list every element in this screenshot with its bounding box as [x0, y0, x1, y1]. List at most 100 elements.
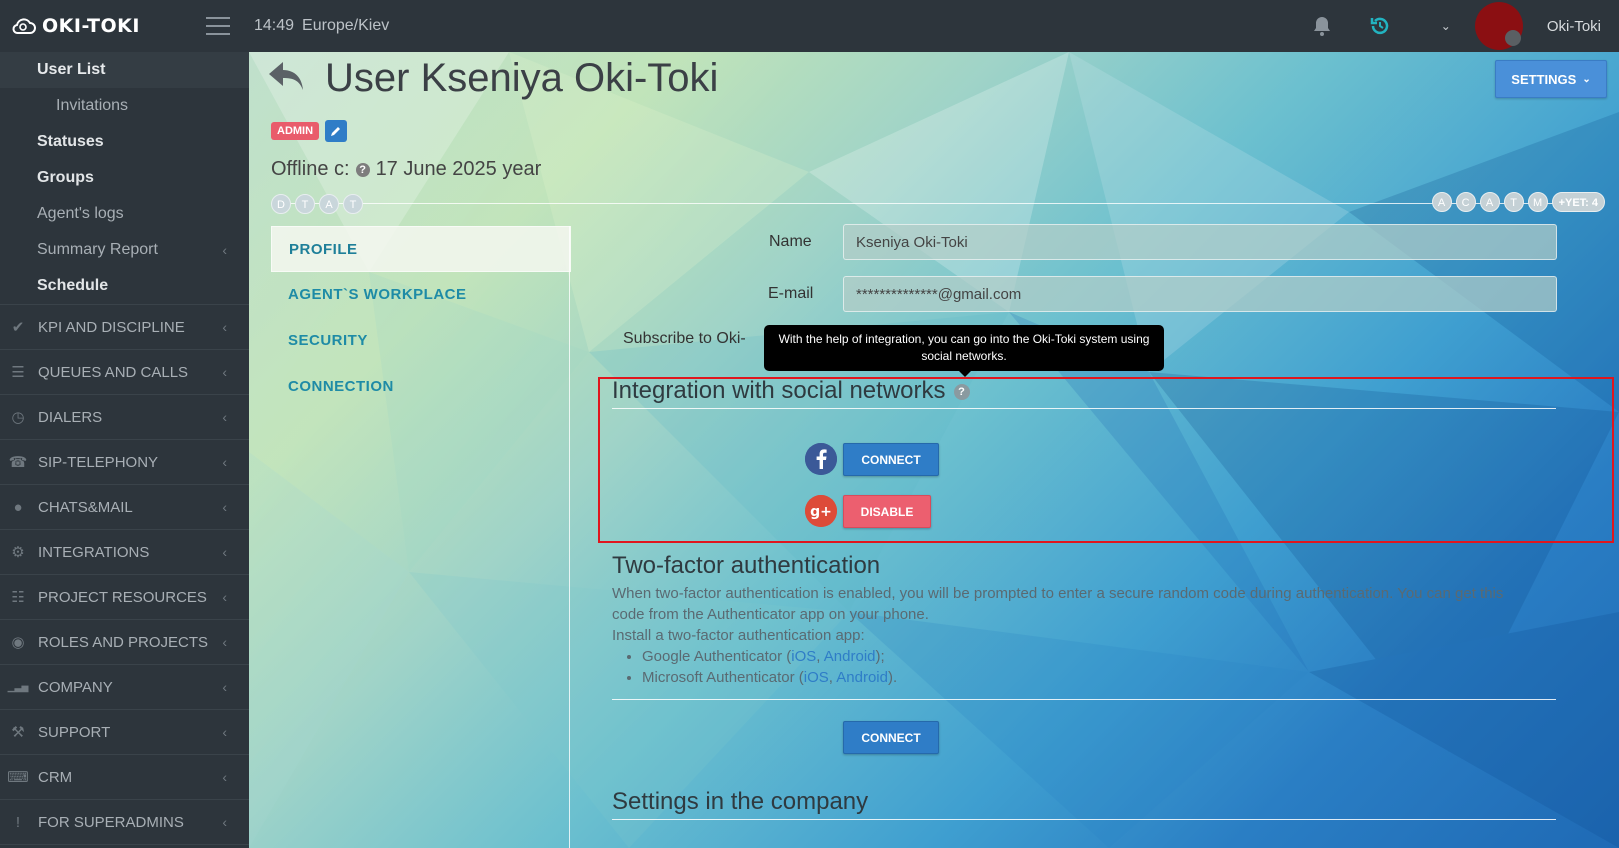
google-ios-link[interactable]: iOS — [791, 648, 816, 665]
google-android-link[interactable]: Android — [824, 648, 876, 665]
sidebar-menu-item[interactable]: ☎ SIP-TELEPHONY ‹ — [0, 440, 249, 485]
cloud-icon — [12, 18, 36, 34]
microsoft-authenticator-label: Microsoft Authenticator ( — [642, 669, 804, 686]
bell-icon[interactable] — [1311, 15, 1333, 37]
tab-profile[interactable]: PROFILE — [271, 226, 571, 272]
sidebar-sub-item-label: Invitations — [56, 97, 129, 114]
microsoft-android-link[interactable]: Android — [836, 669, 888, 686]
sidebar-menu-item[interactable]: ☷ PROJECT RESOURCES ‹ — [0, 575, 249, 620]
list-item: Microsoft Authenticator (iOS, Android). — [642, 667, 897, 688]
group-circle[interactable]: T — [295, 194, 315, 214]
twofa-description-1: When two-factor authentication is enable… — [612, 585, 1504, 602]
chevron-left-icon: ‹ — [222, 634, 227, 650]
sidebar-menu-label: SIP-TELEPHONY — [38, 453, 159, 471]
chevron-left-icon: ‹ — [222, 499, 227, 515]
tab-connection[interactable]: CONNECTION — [271, 364, 571, 410]
edit-role-button[interactable] — [325, 120, 348, 142]
sidebar: User List Invitations Statuses Groups Agent'… — [0, 52, 249, 848]
group-circle[interactable]: A — [319, 194, 339, 214]
sidebar-menu-item[interactable]: ✔ KPI AND DISCIPLINE ‹ — [0, 305, 249, 350]
project-circle[interactable]: A — [1479, 192, 1500, 212]
sidebar-menu-label: DIALERS — [38, 408, 103, 426]
settings-button[interactable]: SETTINGS ⌄ — [1495, 60, 1607, 98]
page-title: User Kseniya Oki-Toki — [325, 56, 719, 100]
sidebar-menu-item[interactable]: ! FOR SUPERADMINS ‹ — [0, 800, 249, 845]
chat-icon: ● — [13, 498, 23, 516]
logo[interactable]: OKI-TOKI — [0, 15, 186, 37]
google-plus-logo: g+ — [805, 495, 837, 527]
top-bar: OKI-TOKI 14:49 Europe/Kiev ⌄ Oki-Toki — [0, 0, 1619, 52]
sidebar-sub-item[interactable]: Statuses — [0, 124, 249, 160]
right-group-circles: A C A T M +YET: 4 — [1431, 192, 1605, 212]
role-badge: ADMIN — [271, 122, 320, 140]
chevron-left-icon: ‹ — [222, 544, 227, 560]
list-end: ). — [887, 669, 898, 686]
sidebar-sub-item[interactable]: User List — [0, 52, 249, 88]
sidebar-menu-label: INTEGRATIONS — [38, 543, 150, 561]
list-item: Google Authenticator (iOS, Android); — [642, 646, 897, 667]
chevron-left-icon: ‹ — [222, 589, 227, 605]
tab-security[interactable]: SECURITY — [271, 318, 571, 364]
chevron-left-icon: ‹ — [222, 319, 227, 335]
sidebar-sub-item[interactable]: Groups — [0, 160, 249, 196]
sidebar-menu-item[interactable]: ⚒ SUPPORT ‹ — [0, 710, 249, 755]
clock-icon: ◷ — [11, 409, 25, 426]
tab-agents-workplace[interactable]: AGENT`S WORKPLACE — [271, 272, 571, 318]
group-circle[interactable]: T — [343, 194, 363, 214]
main-content: User Kseniya Oki-Toki ADMIN Offline c: ?… — [249, 52, 1619, 848]
list-end: ); — [875, 648, 885, 665]
email-field[interactable]: **************@gmail.com — [843, 276, 1557, 312]
sidebar-menu-label: CRM — [38, 768, 73, 786]
facebook-icon — [805, 443, 837, 475]
back-arrow-icon[interactable] — [267, 60, 307, 92]
sidebar-sub-item[interactable]: Agent's logs — [0, 196, 249, 232]
project-circle[interactable]: M — [1527, 192, 1548, 212]
sidebar-menu-item[interactable]: ▁▃▅ COMPANY ‹ — [0, 665, 249, 710]
time: 14:49 — [254, 17, 295, 34]
group-circle[interactable]: D — [271, 194, 291, 214]
grid-icon: ☷ — [11, 589, 25, 606]
facebook-connect-button[interactable]: CONNECT — [843, 443, 939, 476]
sidebar-menu-label: QUEUES AND CALLS — [38, 363, 189, 381]
sidebar-menu-item[interactable]: ◷ DIALERS ‹ — [0, 395, 249, 440]
microsoft-ios-link[interactable]: iOS — [804, 669, 829, 686]
sidebar-menu-item[interactable]: ⌨ CRM ‹ — [0, 755, 249, 800]
clock: 14:49 Europe/Kiev — [254, 17, 389, 35]
sidebar-menu-item[interactable]: ● CHATS&MAIL ‹ — [0, 485, 249, 530]
help-icon[interactable]: ? — [953, 383, 970, 400]
tabs-divider — [569, 226, 570, 848]
project-circle[interactable]: C — [1455, 192, 1476, 212]
chevron-down-icon[interactable]: ⌄ — [1441, 19, 1451, 33]
sidebar-menu-label: ROLES AND PROJECTS — [38, 633, 209, 651]
sidebar-menu-label: SUPPORT — [38, 723, 111, 741]
chevron-left-icon: ‹ — [222, 814, 227, 830]
menu-toggle-icon[interactable] — [206, 17, 230, 35]
divider — [271, 203, 1601, 204]
avatar[interactable] — [1474, 2, 1523, 50]
project-circle[interactable]: T — [1503, 192, 1524, 212]
more-projects-pill[interactable]: +YET: 4 — [1551, 192, 1605, 212]
sidebar-menu-item[interactable]: ☰ QUEUES AND CALLS ‹ — [0, 350, 249, 395]
chevron-left-icon: ‹ — [222, 679, 227, 695]
sidebar-sub-item-label: Schedule — [37, 277, 109, 294]
name-field[interactable]: Kseniya Oki-Toki — [843, 224, 1557, 260]
sidebar-menu-item[interactable]: ◉ ROLES AND PROJECTS ‹ — [0, 620, 249, 665]
help-icon[interactable]: ? — [355, 162, 370, 177]
sidebar-sub-item[interactable]: Invitations — [0, 88, 249, 124]
sidebar-sub-item[interactable]: Schedule — [0, 268, 249, 304]
username[interactable]: Oki-Toki — [1547, 18, 1601, 35]
sidebar-sub-item[interactable]: Summary Report ‹ — [0, 232, 249, 268]
timezone: Europe/Kiev — [302, 17, 390, 34]
integration-tooltip: With the help of integration, you can go… — [764, 325, 1164, 377]
chevron-left-icon: ‹ — [222, 242, 227, 258]
chevron-left-icon: ‹ — [222, 409, 227, 425]
project-circle[interactable]: A — [1431, 192, 1452, 212]
section-divider — [612, 819, 1556, 820]
email-label: E-mail — [768, 285, 814, 302]
history-icon[interactable] — [1369, 15, 1391, 37]
twofa-connect-button[interactable]: CONNECT — [843, 721, 939, 754]
sidebar-menu-label: KPI AND DISCIPLINE — [38, 318, 185, 336]
sidebar-menu-item[interactable]: ⚙ INTEGRATIONS ‹ — [0, 530, 249, 575]
google-disable-button[interactable]: DISABLE — [843, 495, 931, 528]
sidebar-menu-label: PROJECT RESOURCES — [38, 588, 207, 606]
